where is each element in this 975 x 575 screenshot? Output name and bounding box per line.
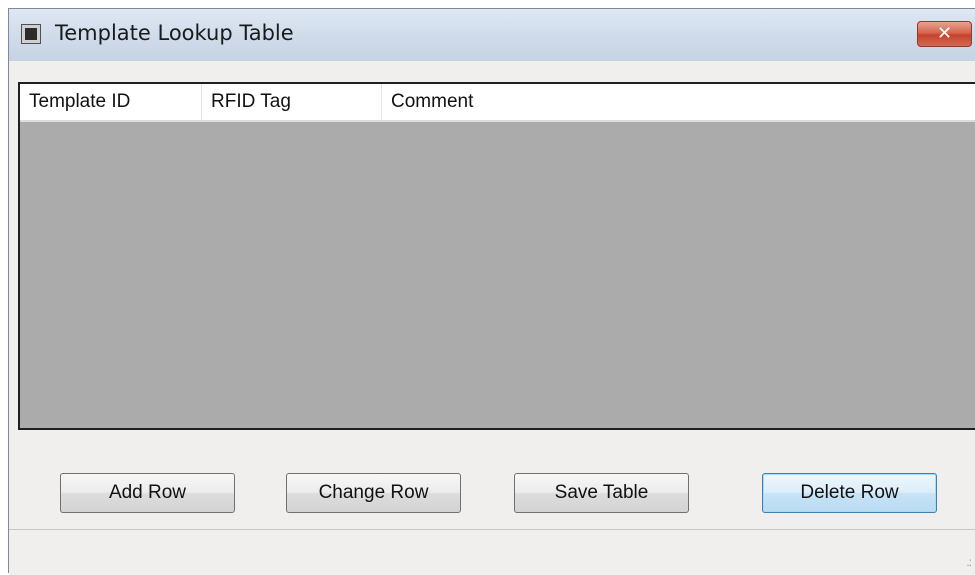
status-bar: .: — [9, 529, 975, 575]
title-bar[interactable]: Template Lookup Table ✕ — [9, 9, 975, 61]
column-header-template-id[interactable]: Template ID — [20, 84, 202, 120]
window-title: Template Lookup Table — [55, 21, 294, 45]
save-table-button[interactable]: Save Table — [514, 473, 689, 513]
column-header-comment[interactable]: Comment — [382, 84, 975, 120]
resize-grip-icon[interactable]: .: — [957, 555, 972, 569]
add-row-button[interactable]: Add Row — [60, 473, 235, 513]
column-header-rfid-tag[interactable]: RFID Tag — [202, 84, 382, 120]
app-window-icon[interactable] — [21, 24, 41, 44]
lookup-data-grid[interactable]: Template ID RFID Tag Comment — [18, 82, 975, 430]
change-row-button[interactable]: Change Row — [286, 473, 461, 513]
close-button[interactable]: ✕ — [917, 21, 972, 47]
delete-row-button[interactable]: Delete Row — [762, 473, 937, 513]
grid-header: Template ID RFID Tag Comment — [20, 84, 975, 122]
main-window: Template Lookup Table ✕ Template ID RFID… — [8, 8, 975, 575]
